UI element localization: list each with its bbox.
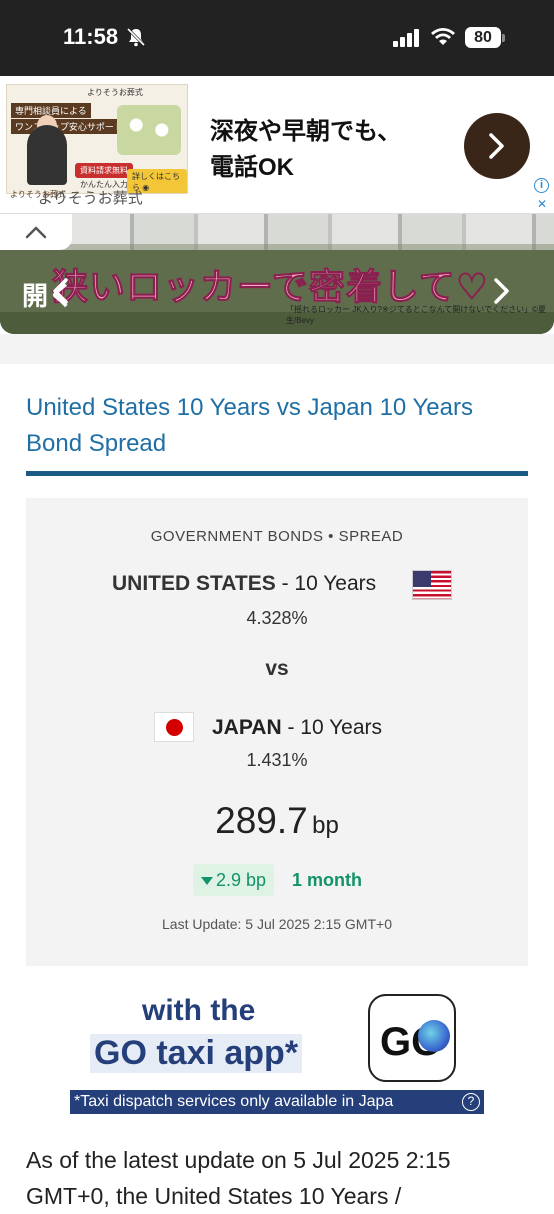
- triangle-down-icon: [201, 877, 213, 886]
- title-underline: [26, 471, 528, 476]
- japan-flag-disc: [166, 719, 183, 736]
- ad-thumbnail[interactable]: よりそうお葬式 専門相談員による ワンストップ安心サポート 資料請求無料 かんた…: [6, 84, 188, 194]
- go-app-logo: GO: [368, 994, 456, 1082]
- spread-number: 289.7: [215, 800, 308, 841]
- battery-tip: [502, 34, 505, 42]
- us-flag-canton: [413, 571, 431, 587]
- japan-bond-label[interactable]: JAPAN - 10 Years: [212, 716, 382, 740]
- ad-brand-name: よりそうお葬式: [38, 190, 143, 207]
- help-icon[interactable]: ?: [462, 1093, 480, 1111]
- us-term: - 10 Years: [275, 572, 377, 595]
- ad-thumb-brand: よりそうお葬式: [87, 88, 143, 97]
- go-logo-dot: [418, 1020, 450, 1052]
- taxi-ad-note: *Taxi dispatch services only available i…: [70, 1090, 484, 1114]
- signal-icon: [393, 29, 419, 47]
- page-title: United States 10 Years vs Japan 10 Years…: [26, 394, 473, 457]
- ad-headline-line2: 電話OK: [210, 154, 294, 181]
- collapse-ad-button[interactable]: [0, 214, 72, 250]
- ad-request-button[interactable]: 資料請求無料: [75, 163, 133, 178]
- spread-change-badge: 2.9 bp: [193, 864, 275, 896]
- summary-paragraph: As of the latest update on 5 Jul 2025 2:…: [26, 1147, 451, 1209]
- chevron-up-icon: [25, 226, 47, 239]
- ad-headline[interactable]: 深夜や早朝でも、 電話OK: [210, 114, 460, 186]
- ad-close-icon[interactable]: ✕: [537, 197, 547, 211]
- change-period: 1 month: [292, 870, 362, 890]
- spread-card: GOVERNMENT BONDS • SPREAD UNITED STATES …: [26, 498, 528, 966]
- ad-flowers-image: [117, 105, 181, 155]
- taxi-ad-line2: GO taxi app*: [90, 1034, 303, 1073]
- manga-caption: 「揺れるロッカー JK入り?※ジてるとこなんて開けないでください」©夏生/Bev…: [286, 305, 546, 325]
- ad-banner[interactable]: よりそうお葬式 専門相談員による ワンストップ安心サポート 資料請求無料 かんた…: [0, 76, 554, 214]
- us-country-name: UNITED STATES: [112, 572, 276, 595]
- us-flag-icon: [412, 570, 452, 600]
- chevron-left-icon[interactable]: [50, 276, 72, 306]
- status-bar: 11:58 80: [0, 0, 554, 76]
- taxi-ad-line1: with the: [142, 994, 256, 1027]
- manga-title: 狭いロッカーで密着して♡: [51, 266, 490, 308]
- chevron-right-icon[interactable]: [490, 276, 512, 306]
- last-update: Last Update: 5 Jul 2025 2:15 GMT+0: [162, 916, 392, 932]
- card-kicker: GOVERNMENT BONDS • SPREAD: [150, 528, 404, 545]
- spread-change-value: 2.9 bp: [216, 870, 267, 890]
- ad-next-button[interactable]: [464, 113, 530, 179]
- ad-person-image: [27, 125, 67, 185]
- us-yield: 4.328%: [246, 608, 308, 628]
- bell-muted-icon: [126, 27, 146, 47]
- ad-headline-line1: 深夜や早朝でも、: [210, 118, 402, 145]
- status-time: 11:58: [63, 24, 119, 49]
- manga-ad-banner[interactable]: 狭いロッカーで密着して♡ 「揺れるロッカー JK入り?※ジてるとこなんて開けない…: [0, 214, 554, 334]
- taxi-ad-banner[interactable]: with the GO taxi app* GO *Taxi dispatch …: [70, 990, 484, 1116]
- vs-label: vs: [265, 657, 289, 680]
- spread-unit: bp: [312, 812, 339, 839]
- us-bond-label[interactable]: UNITED STATES - 10 Years: [26, 572, 528, 596]
- spread-value: 289.7 bp: [26, 800, 528, 842]
- ad-thumb-tag: ワンストップ安心サポート: [11, 119, 127, 134]
- japan-term: - 10 Years: [281, 716, 383, 739]
- japan-country-name: JAPAN: [212, 716, 282, 739]
- wifi-icon: [431, 28, 455, 45]
- battery-icon: 80: [465, 27, 501, 48]
- japan-flag-icon: [154, 712, 194, 742]
- japan-yield: 1.431%: [246, 750, 308, 770]
- ad-info-icon[interactable]: i: [534, 178, 549, 193]
- section-divider: [0, 334, 554, 364]
- chevron-right-icon: [489, 133, 504, 159]
